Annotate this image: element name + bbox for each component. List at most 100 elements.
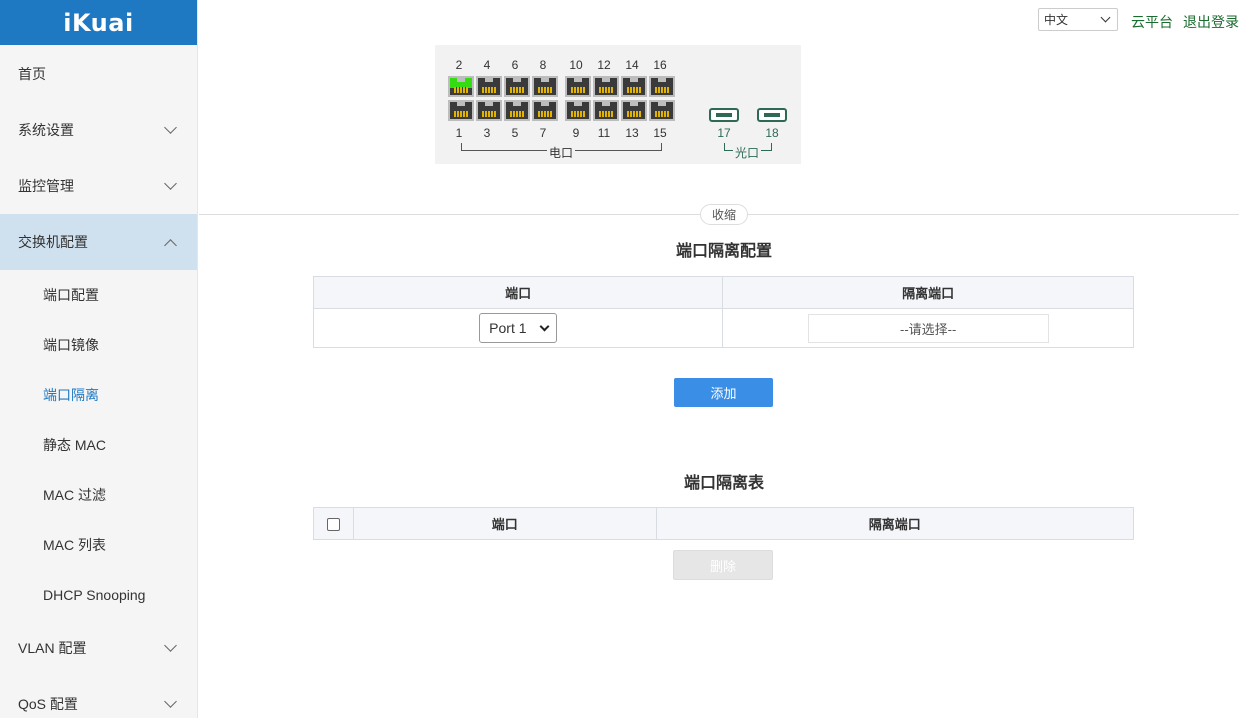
port-pins <box>538 87 552 93</box>
port-notch <box>513 78 521 82</box>
port-notch <box>630 78 638 82</box>
isolation-col-isolated: 隔离端口 <box>655 507 1135 540</box>
sidebar-item-label: 监控管理 <box>18 178 74 194</box>
electric-port-label: 电口 <box>547 144 576 161</box>
port-select[interactable]: Port 1 <box>479 313 558 343</box>
port-notch <box>541 102 549 106</box>
isolation-col-port: 端口 <box>352 507 657 540</box>
port-number-label: 14 <box>625 58 639 72</box>
config-col-port: 端口 <box>312 276 724 309</box>
port-pins <box>510 87 524 93</box>
port-notch <box>574 102 582 106</box>
sidebar-subitem-dhcp-snooping[interactable]: DHCP Snooping <box>0 570 197 620</box>
sidebar-item-qos-config[interactable]: QoS 配置 <box>0 676 197 718</box>
sfp-port-17[interactable] <box>709 108 739 122</box>
config-port-cell: Port 1 <box>312 308 724 348</box>
add-button[interactable]: 添加 <box>674 378 773 407</box>
sfp-port-18[interactable] <box>757 108 787 122</box>
sidebar-item-label: 系统设置 <box>18 122 74 138</box>
port-number-label: 16 <box>653 58 667 72</box>
sidebar-item-monitoring[interactable]: 监控管理 <box>0 158 197 214</box>
delete-button[interactable]: 删除 <box>673 550 773 580</box>
port-number-label: 4 <box>483 58 491 72</box>
ethernet-port-6[interactable] <box>504 76 530 97</box>
config-isolated-cell: --请选择-- <box>722 308 1134 348</box>
ethernet-port-10[interactable] <box>565 76 591 97</box>
port-number-label: 13 <box>625 126 639 140</box>
language-select[interactable]: 中文 <box>1038 8 1118 31</box>
sidebar-item-switch-config[interactable]: 交换机配置 <box>0 214 197 270</box>
sidebar-subitem-label: 端口配置 <box>43 287 99 303</box>
chevron-down-icon <box>164 177 177 190</box>
select-all-checkbox[interactable] <box>326 518 340 532</box>
select-all-cell <box>313 507 354 540</box>
port-pins <box>538 111 552 117</box>
sidebar-subitem-label: MAC 过滤 <box>43 487 106 503</box>
port-pins <box>627 111 641 117</box>
config-section-title: 端口隔离配置 <box>675 243 772 260</box>
cloud-platform-link[interactable]: 云平台 <box>1131 12 1173 32</box>
ikuai-logo[interactable]: iKuai <box>0 0 197 45</box>
sidebar-subitem-port-config[interactable]: 端口配置 <box>0 270 197 320</box>
config-table: 端口 隔离端口 Port 1 --请选择-- <box>312 276 1134 348</box>
port-notch <box>574 78 582 82</box>
ethernet-port-11[interactable] <box>593 100 619 121</box>
port-pins <box>482 87 496 93</box>
sidebar-subitem-label: MAC 列表 <box>43 537 106 553</box>
port-number-label: 11 <box>597 126 611 140</box>
logout-link[interactable]: 退出登录 <box>1183 12 1239 32</box>
ethernet-port-16[interactable] <box>649 76 675 97</box>
ethernet-port-3[interactable] <box>476 100 502 121</box>
port-pins <box>655 111 669 117</box>
ethernet-port-13[interactable] <box>621 100 647 121</box>
sidebar-subitem-static-mac[interactable]: 静态 MAC <box>0 420 197 470</box>
config-col-isolated: 隔离端口 <box>722 276 1134 309</box>
ethernet-port-2[interactable] <box>448 76 474 97</box>
optical-port-label: 光口 <box>733 144 762 161</box>
port-notch <box>602 78 610 82</box>
port-pins <box>599 111 613 117</box>
ethernet-port-4[interactable] <box>476 76 502 97</box>
ethernet-port-8[interactable] <box>532 76 558 97</box>
collapse-button[interactable]: 收缩 <box>700 204 748 225</box>
port-pins <box>454 87 468 93</box>
port-pins <box>571 111 585 117</box>
port-notch <box>513 102 521 106</box>
ethernet-port-14[interactable] <box>621 76 647 97</box>
sidebar-item-label: VLAN 配置 <box>18 640 87 656</box>
ethernet-port-15[interactable] <box>649 100 675 121</box>
port-pins <box>627 87 641 93</box>
chevron-up-icon <box>164 239 177 252</box>
ethernet-port-12[interactable] <box>593 76 619 97</box>
port-number-label: 6 <box>511 58 519 72</box>
port-number-label: 5 <box>511 126 519 140</box>
sidebar-item-vlan-config[interactable]: VLAN 配置 <box>0 620 197 676</box>
ethernet-port-7[interactable] <box>532 100 558 121</box>
sidebar-subitem-label: DHCP Snooping <box>43 587 146 603</box>
sidebar-subitem-mac-filter[interactable]: MAC 过滤 <box>0 470 197 520</box>
sidebar-item-system-settings[interactable]: 系统设置 <box>0 102 197 158</box>
sidebar-item-home[interactable]: 首页 <box>0 46 197 102</box>
ethernet-port-1[interactable] <box>448 100 474 121</box>
language-value: 中文 <box>1044 13 1069 27</box>
port-notch <box>658 78 666 82</box>
sidebar-subitem-port-isolation[interactable]: 端口隔离 <box>0 370 197 420</box>
port-number-label: 17 <box>717 126 731 140</box>
port-number-label: 18 <box>765 126 779 140</box>
ethernet-port-5[interactable] <box>504 100 530 121</box>
sidebar-subitem-port-mirror[interactable]: 端口镜像 <box>0 320 197 370</box>
sidebar-subitem-mac-list[interactable]: MAC 列表 <box>0 520 197 570</box>
isolation-table-title: 端口隔离表 <box>683 475 764 492</box>
port-number-label: 8 <box>539 58 547 72</box>
port-number-label: 3 <box>483 126 491 140</box>
ethernet-port-9[interactable] <box>565 100 591 121</box>
port-number-label: 15 <box>653 126 667 140</box>
isolated-port-select[interactable]: --请选择-- <box>807 313 1049 343</box>
port-pins <box>510 111 524 117</box>
port-notch <box>658 102 666 106</box>
chevron-down-icon <box>164 639 177 652</box>
port-notch <box>485 102 493 106</box>
port-notch <box>602 102 610 106</box>
sidebar-subitem-label: 端口镜像 <box>43 337 99 353</box>
port-notch <box>541 78 549 82</box>
